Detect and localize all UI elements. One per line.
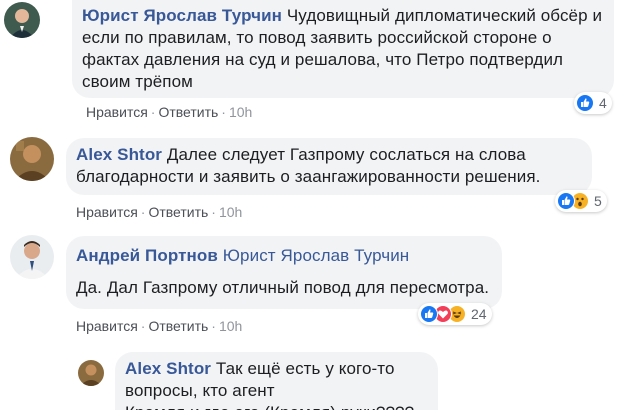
mentioned-user[interactable]: Юрист Ярослав Турчин [223, 246, 410, 265]
like-icon [576, 94, 594, 112]
comment-text-line: фактах давления на суд и решалова, что П… [82, 50, 564, 69]
avatar[interactable] [78, 360, 104, 386]
comment-timestamp[interactable]: 10h [229, 104, 252, 120]
reaction-summary[interactable]: 24 [418, 303, 492, 325]
avatar[interactable] [10, 137, 54, 181]
like-icon [420, 305, 438, 323]
reaction-count: 24 [471, 306, 487, 322]
like-link[interactable]: Нравится [86, 104, 148, 120]
reaction-count: 5 [594, 193, 602, 209]
like-link[interactable]: Нравится [76, 318, 138, 334]
like-link[interactable]: Нравится [76, 204, 138, 220]
comment-author[interactable]: Alex Shtor [125, 359, 211, 378]
comment-actions: Нравится · Ответить · 10h [86, 104, 253, 120]
reply-link[interactable]: Ответить [148, 204, 208, 220]
comment-bubble: Alex Shtor Так ещё есть у кого-то вопрос… [115, 352, 438, 410]
avatar[interactable] [10, 235, 54, 279]
reply-link[interactable]: Ответить [158, 104, 218, 120]
comment-text-line: своим трёпом [82, 72, 193, 91]
reaction-count: 4 [599, 95, 607, 111]
comment-author[interactable]: Юрист Ярослав Турчин [82, 6, 282, 25]
comment-text-line: Чудовищный дипломатический обсёр и [286, 6, 603, 25]
comment-bubble: Андрей Портнов Юрист Ярослав Турчин Да. … [66, 236, 502, 309]
comment-author[interactable]: Alex Shtor [76, 145, 162, 164]
comment-timestamp[interactable]: 10h [219, 204, 242, 220]
comment-text-line: Кремля и где его (Кремля) руки???? [125, 402, 433, 410]
comment-timestamp[interactable]: 10h [219, 318, 242, 334]
comment-text-line: Далее следует Газпрому сослаться на слов… [166, 145, 526, 164]
comment-text-line: благодарности и заявить о заангажированн… [76, 167, 541, 186]
reaction-summary[interactable]: 4 [574, 92, 612, 114]
comment-actions: Нравится · Ответить · 10h [76, 204, 243, 220]
comment-bubble: Юрист Ярослав Турчин Чудовищный дипломат… [72, 0, 614, 98]
comment-text-line: Да. Дал Газпрому отличный повод для пере… [76, 278, 490, 297]
reply-link[interactable]: Ответить [148, 318, 208, 334]
comment-actions: Нравится · Ответить · 10h [76, 318, 243, 334]
comment-text-line: если по правилам, то повод заявить росси… [82, 28, 552, 47]
like-icon [557, 192, 575, 210]
comment-bubble: Alex Shtor Далее следует Газпрому сослат… [66, 138, 592, 195]
comment-author[interactable]: Андрей Портнов [76, 246, 218, 265]
avatar[interactable] [4, 2, 40, 38]
reaction-summary[interactable]: 5 [555, 190, 607, 212]
